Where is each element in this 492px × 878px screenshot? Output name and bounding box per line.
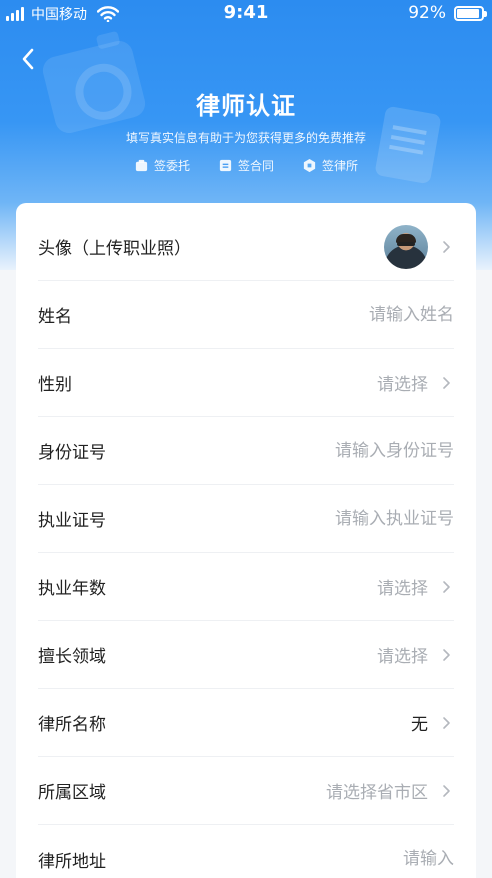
- name-input[interactable]: [234, 304, 454, 325]
- firm-address-input[interactable]: [234, 849, 454, 869]
- chevron-right-icon: [443, 376, 450, 389]
- region-label: 所属区域: [38, 783, 106, 803]
- specialty-label: 擅长领域: [38, 647, 106, 667]
- feature-entrust: 签委托: [134, 157, 190, 174]
- feature-contract: 签合同: [218, 157, 274, 174]
- avatar[interactable]: [384, 224, 428, 269]
- page-title: 律师认证: [196, 92, 296, 120]
- name-row: 姓名: [38, 281, 454, 349]
- id-number-row: 身份证号: [38, 417, 454, 485]
- years-label: 执业年数: [38, 579, 106, 599]
- back-arrow-icon[interactable]: [14, 44, 44, 74]
- feature-contract-label: 签合同: [237, 159, 274, 173]
- id-number-label: 身份证号: [38, 443, 106, 463]
- years-row[interactable]: 执业年数 请选择: [38, 553, 454, 621]
- region-select[interactable]: 请选择省市区: [326, 778, 428, 803]
- feature-law-firm: 签律所: [302, 157, 358, 174]
- firm-name-row[interactable]: 律所名称 无: [38, 689, 454, 757]
- chevron-right-icon: [443, 716, 450, 729]
- status-bar: 中国移动 9:41 92%: [0, 0, 492, 28]
- feature-entrust-label: 签委托: [153, 159, 190, 173]
- feature-law-firm-label: 签律所: [322, 159, 359, 173]
- specialty-select[interactable]: 请选择: [377, 642, 428, 667]
- firm-address-row: 律所地址: [38, 825, 454, 878]
- law-firm-icon: [303, 158, 316, 173]
- battery-percent: 92%: [408, 3, 446, 23]
- chevron-right-icon: [443, 784, 450, 797]
- chevron-right-icon: [443, 580, 450, 593]
- certification-form: 头像（上传职业照） 姓名 性别 请选择 身份证号: [16, 203, 476, 878]
- license-number-input[interactable]: [234, 508, 454, 529]
- gender-row[interactable]: 性别 请选择: [38, 349, 454, 417]
- battery-icon: [454, 5, 487, 21]
- chevron-right-icon: [443, 240, 450, 253]
- gender-label: 性别: [38, 375, 72, 395]
- id-number-input[interactable]: [234, 440, 454, 461]
- screen: 中国移动 9:41 92% 律师认证 填写真实信息有助于为您获得更多的免费推荐 …: [0, 0, 492, 878]
- gender-select[interactable]: 请选择: [377, 370, 428, 395]
- specialty-row[interactable]: 擅长领域 请选择: [38, 621, 454, 689]
- feature-list: 签委托 签合同 签律所: [0, 157, 492, 174]
- name-label: 姓名: [38, 307, 72, 327]
- years-select[interactable]: 请选择: [377, 574, 428, 599]
- firm-address-label: 律所地址: [38, 851, 106, 872]
- license-number-row: 执业证号: [38, 485, 454, 553]
- region-row[interactable]: 所属区域 请选择省市区: [38, 757, 454, 825]
- firm-name-select[interactable]: 无: [411, 710, 428, 735]
- avatar-label: 头像（上传职业照）: [38, 239, 191, 259]
- page-subtitle: 填写真实信息有助于为您获得更多的免费推荐: [125, 131, 366, 145]
- license-number-label: 执业证号: [38, 511, 106, 531]
- chevron-right-icon: [443, 648, 450, 661]
- avatar-row[interactable]: 头像（上传职业照）: [38, 213, 454, 281]
- entrust-icon: [135, 159, 148, 172]
- firm-name-label: 律所名称: [38, 715, 106, 735]
- contract-icon: [219, 159, 232, 172]
